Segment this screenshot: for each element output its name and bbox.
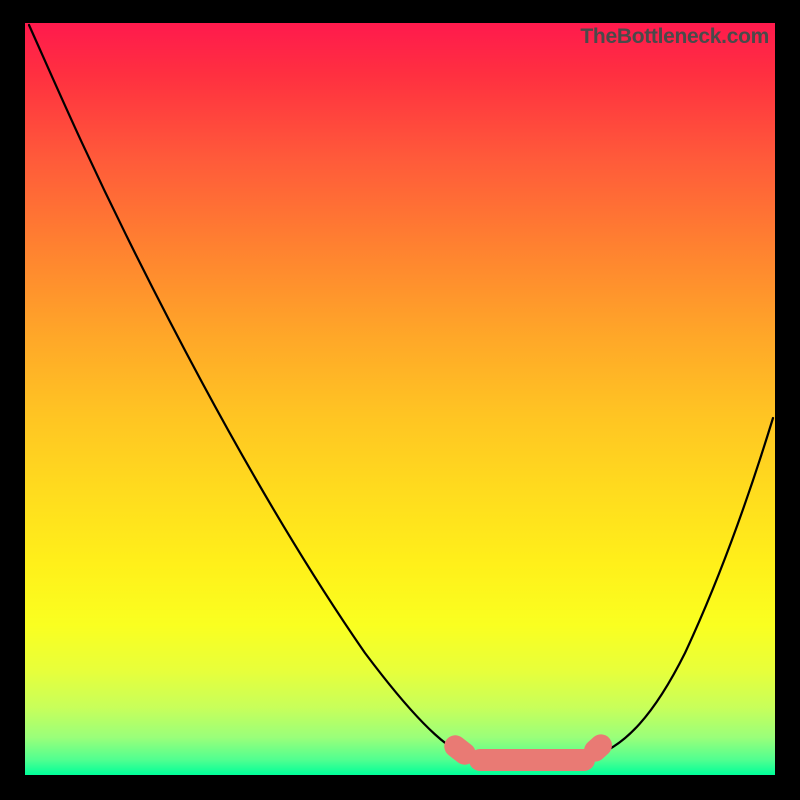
optimal-range-marker-center: [469, 749, 595, 771]
chart-plot-area: TheBottleneck.com: [25, 23, 775, 775]
curve-left-branch: [29, 25, 475, 758]
bottleneck-curve: [25, 23, 775, 775]
curve-right-branch: [590, 418, 773, 757]
